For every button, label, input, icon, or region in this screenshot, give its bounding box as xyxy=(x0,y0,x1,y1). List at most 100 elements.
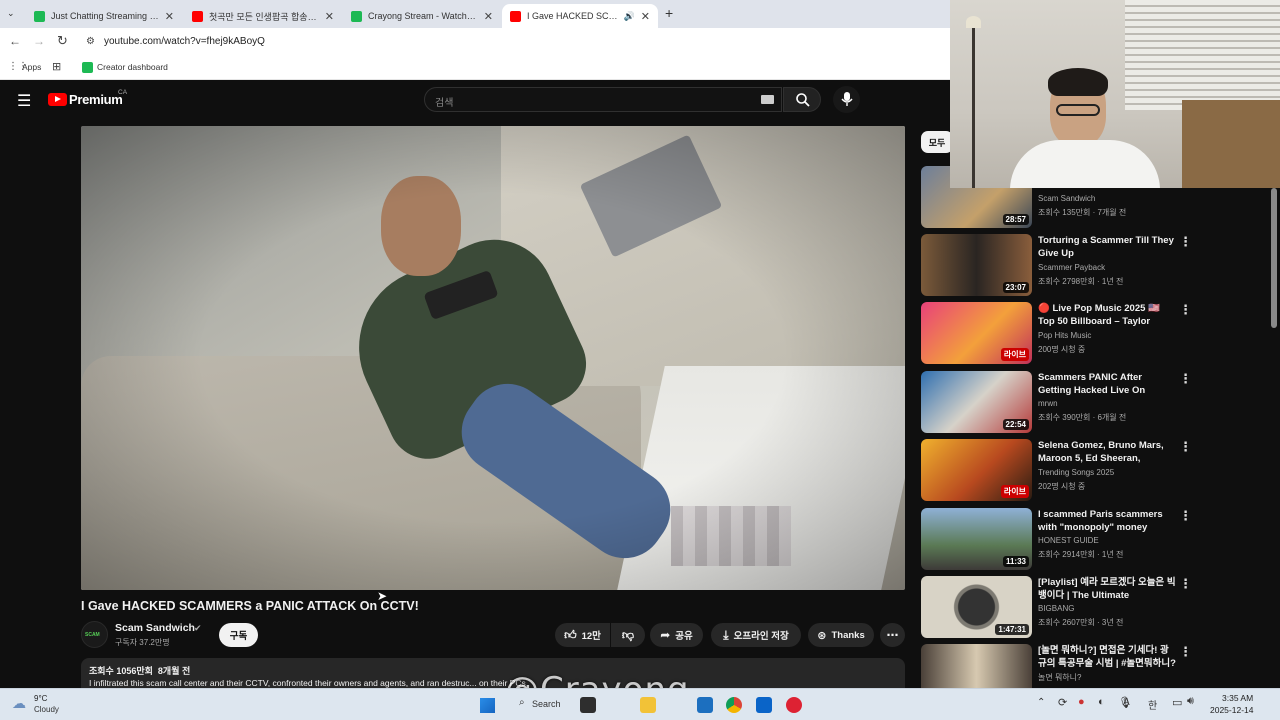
rec-channel-4[interactable]: mrwn xyxy=(1038,399,1058,408)
rec-title-7[interactable]: [Playlist] 예라 모르겠다 오늘은 빅뱅이다 | The Ultima… xyxy=(1038,576,1176,602)
rec-title-2[interactable]: Torturing a Scammer Till They Give Up xyxy=(1038,234,1176,260)
more-vertical-icon[interactable]: ⋮ xyxy=(1179,302,1192,318)
video-player[interactable] xyxy=(81,126,905,590)
share-label: 공유 xyxy=(675,631,693,642)
thanks-button[interactable]: ⊛ Thanks xyxy=(808,623,874,647)
rec-thumbnail-5[interactable]: 라이브 xyxy=(921,439,1032,501)
chevron-up-icon[interactable]: ⌃ xyxy=(1037,697,1045,708)
subscribe-button[interactable]: 구독 xyxy=(219,623,258,647)
rec-title-3[interactable]: 🔴 Live Pop Music 2025 🇺🇸 Top 50 Billboar… xyxy=(1038,302,1176,328)
webcam-person-glasses xyxy=(1056,104,1100,116)
thumbs-up-icon: 👍︎ xyxy=(564,627,577,642)
more-vertical-icon[interactable]: ⋮ xyxy=(1179,508,1192,524)
search-input[interactable]: 검색 xyxy=(435,94,453,109)
duration-badge: 1:47:31 xyxy=(995,624,1029,635)
more-vertical-icon[interactable]: ⋮ xyxy=(1179,234,1192,250)
close-tab-icon[interactable]: ✕ xyxy=(325,10,334,23)
chrome-icon[interactable] xyxy=(726,697,742,713)
start-icon[interactable] xyxy=(480,698,495,713)
display-icon[interactable]: ▭ xyxy=(1172,696,1182,709)
more-actions-button[interactable]: ⋯ xyxy=(880,623,905,647)
taskbar-search-label[interactable]: Search xyxy=(532,699,561,709)
new-tab-icon[interactable]: + xyxy=(665,5,673,21)
more-vertical-icon[interactable]: ⋮ xyxy=(1179,371,1192,387)
bookmark-creator-dashboard[interactable]: Creator dashboard xyxy=(97,62,168,72)
search-icon[interactable]: ⌕ xyxy=(519,697,525,708)
rec-thumbnail-2[interactable]: 23:07 xyxy=(921,234,1032,296)
bookmark-apps[interactable]: Apps xyxy=(22,62,41,72)
store-icon[interactable] xyxy=(697,697,713,713)
rec-thumbnail-6[interactable]: 11:33 xyxy=(921,508,1032,570)
more-vertical-icon[interactable]: ⋮ xyxy=(1179,576,1192,592)
tray-record-icon[interactable]: ● xyxy=(1078,696,1085,708)
rec-channel-5[interactable]: Trending Songs 2025 xyxy=(1038,468,1114,477)
brand-premium[interactable]: Premium xyxy=(69,92,123,107)
share-button[interactable]: ➦ 공유 xyxy=(650,623,703,647)
voice-search-button[interactable] xyxy=(833,86,860,113)
tab-2[interactable]: 첫곡만 모든 인생팝곡 합송 룰트 ✕ xyxy=(184,4,342,28)
channel-avatar[interactable]: SCAM xyxy=(81,621,108,648)
close-tab-icon[interactable]: ✕ xyxy=(641,10,650,23)
youtube-logo-icon[interactable] xyxy=(48,93,67,106)
search-box[interactable]: 검색 xyxy=(424,87,782,112)
menu-icon[interactable]: ☰ xyxy=(17,91,31,111)
thanks-label: Thanks xyxy=(831,629,865,641)
reload-icon[interactable]: ↻ xyxy=(57,33,68,49)
weather-temp[interactable]: 9°C xyxy=(34,694,47,703)
rec-channel-8[interactable]: 놀면 뭐하니? xyxy=(1038,672,1081,683)
rec-thumbnail-3[interactable]: 라이브 xyxy=(921,302,1032,364)
clock-date[interactable]: 2025-12-14 xyxy=(1210,705,1253,715)
close-tab-icon[interactable]: ✕ xyxy=(165,10,174,23)
task-view-icon[interactable] xyxy=(580,697,596,713)
forward-icon[interactable]: → xyxy=(33,34,45,48)
region-code: CA xyxy=(118,89,128,96)
rec-title-5[interactable]: Selena Gomez, Bruno Mars, Maroon 5, Ed S… xyxy=(1038,439,1176,465)
audio-playing-icon[interactable]: 🔊 xyxy=(624,11,635,22)
rec-title-4[interactable]: Scammers PANIC After Getting Hacked Live… xyxy=(1038,371,1176,397)
url-field[interactable]: youtube.com/watch?v=fhej9kABoyQ xyxy=(104,36,265,47)
dislike-button[interactable]: 👎︎ xyxy=(611,623,645,647)
site-info-icon[interactable]: ⚙ xyxy=(86,36,95,47)
channel-name[interactable]: Scam Sandwich xyxy=(115,622,195,634)
grid-icon[interactable]: ⊞ xyxy=(52,60,61,73)
rec-channel-6[interactable]: HONEST GUIDE xyxy=(1038,536,1099,545)
rec-title-6[interactable]: I scammed Paris scammers with "monopoly"… xyxy=(1038,508,1176,534)
tab-4-active[interactable]: I Gave HACKED SCAMMERS 🔊 ✕ xyxy=(502,4,658,28)
rec-thumbnail-4[interactable]: 22:54 xyxy=(921,371,1032,433)
search-button[interactable] xyxy=(783,87,821,112)
weather-icon[interactable]: ☁ xyxy=(12,695,26,712)
filter-chip-all[interactable]: 모두 xyxy=(921,131,953,153)
close-tab-icon[interactable]: ✕ xyxy=(484,10,493,23)
download-button[interactable]: ⤓ 오프라인 저장 xyxy=(711,623,801,647)
rec-thumbnail-7[interactable]: 1:47:31 xyxy=(921,576,1032,638)
volume-icon[interactable]: 🔊︎ xyxy=(1187,695,1194,708)
like-button[interactable]: 👍︎ 12만 xyxy=(555,623,610,647)
description-box[interactable]: 조회수 1056만회 8개월 전 I infiltrated this scam… xyxy=(81,658,905,688)
video-title: I Gave HACKED SCAMMERS a PANIC ATTACK On… xyxy=(81,599,419,613)
tab-3[interactable]: Crayong Stream - Watch Live o ✕ xyxy=(343,4,501,28)
clock-time[interactable]: 3:35 AM xyxy=(1222,693,1253,703)
rec-channel-2[interactable]: Scammer Payback xyxy=(1038,263,1105,272)
ime-indicator[interactable]: 한 xyxy=(1148,697,1157,712)
rec-thumbnail-8[interactable] xyxy=(921,644,1032,688)
app-icon[interactable] xyxy=(786,697,802,713)
keyboard-icon[interactable] xyxy=(761,95,774,104)
tab-search-chevron-icon[interactable]: ⌄ xyxy=(7,8,15,19)
tray-app2-icon[interactable]: ◐ xyxy=(1098,696,1105,708)
tab-1[interactable]: Just Chatting Streaming - Live S ✕ xyxy=(26,4,182,28)
webcam-overlay xyxy=(950,0,1280,188)
rec-channel-1[interactable]: Scam Sandwich xyxy=(1038,194,1095,203)
more-vertical-icon[interactable]: ⋮ xyxy=(1179,439,1192,455)
outlook-icon[interactable] xyxy=(756,697,772,713)
more-vertical-icon[interactable]: ⋮ xyxy=(1179,644,1192,660)
file-explorer-icon[interactable] xyxy=(640,697,656,713)
back-icon[interactable]: ← xyxy=(9,34,21,48)
input-language[interactable]: A xyxy=(1123,697,1130,708)
share-icon: ➦ xyxy=(660,628,671,642)
weather-condition[interactable]: Cloudy xyxy=(34,705,59,714)
rec-title-8[interactable]: [놀면 뭐하니?] 면접은 기세다! 광규의 특공무술 시범 | #놀면뭐하니?… xyxy=(1038,644,1176,670)
tray-app-icon[interactable]: ⟳ xyxy=(1058,696,1067,709)
rec-channel-3[interactable]: Pop Hits Music xyxy=(1038,331,1091,340)
rec-channel-7[interactable]: BIGBANG xyxy=(1038,604,1074,613)
page-scrollbar[interactable] xyxy=(1271,188,1277,328)
